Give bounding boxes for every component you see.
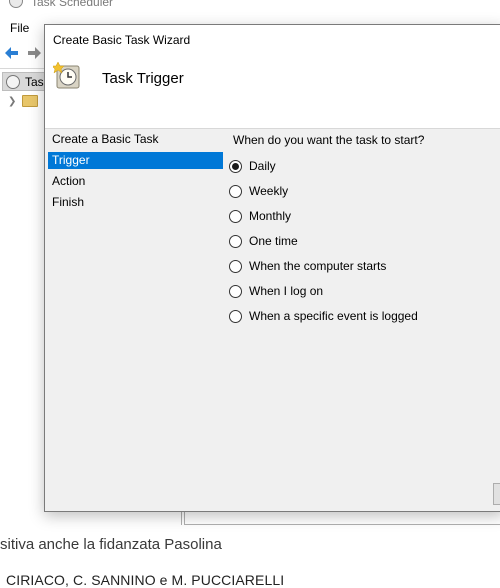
document-text-line: sitiva anche la fidanzata Pasolina <box>0 536 222 550</box>
option-computer-starts[interactable]: When the computer starts <box>229 258 499 276</box>
step-create-basic-task[interactable]: Create a Basic Task <box>48 131 223 148</box>
dialog-title: Create Basic Task Wizard <box>53 33 191 47</box>
option-one-time[interactable]: One time <box>229 233 499 251</box>
radio-button[interactable] <box>229 260 242 273</box>
option-label[interactable]: Monthly <box>249 209 291 223</box>
create-basic-task-wizard-dialog: Create Basic Task Wizard Task Trigger Cr… <box>44 24 500 512</box>
menu-file[interactable]: File <box>10 21 29 35</box>
folder-clock-icon <box>22 95 38 107</box>
option-label[interactable]: When I log on <box>249 284 323 298</box>
tree-item-task-scheduler[interactable]: Tas <box>2 72 46 91</box>
page-title: Task Trigger <box>102 70 184 87</box>
tree-item-library[interactable]: ❯ <box>6 94 46 110</box>
forward-arrow-icon[interactable] <box>26 45 42 61</box>
option-monthly[interactable]: Monthly <box>229 208 499 226</box>
option-label[interactable]: One time <box>249 234 298 248</box>
option-label[interactable]: Daily <box>249 159 276 173</box>
back-arrow-icon[interactable] <box>4 45 20 61</box>
step-trigger[interactable]: Trigger <box>48 152 223 169</box>
radio-button[interactable] <box>229 285 242 298</box>
option-label[interactable]: When a specific event is logged <box>249 309 418 323</box>
task-scheduler-title: Task Scheduler <box>31 0 114 9</box>
trigger-options-panel: When do you want the task to start? Dail… <box>225 129 500 513</box>
tree-item-label: Tas <box>25 75 44 89</box>
radio-button[interactable] <box>229 160 242 173</box>
step-action[interactable]: Action <box>48 173 223 190</box>
task-scheduler-icon <box>6 75 20 89</box>
radio-button[interactable] <box>229 210 242 223</box>
chevron-right-icon[interactable]: ❯ <box>8 96 16 107</box>
option-daily[interactable]: Daily <box>229 158 499 176</box>
dialog-header: Task Trigger <box>45 56 500 129</box>
task-wizard-clock-icon <box>53 61 80 89</box>
task-scheduler-titlebar: Task Scheduler <box>0 0 500 12</box>
option-log-on[interactable]: When I log on <box>229 283 499 301</box>
document-text-line: CIRIACO, C. SANNINO e M. PUCCIARELLI <box>6 572 285 588</box>
option-event-logged[interactable]: When a specific event is logged <box>229 308 499 326</box>
console-tree: Tas ❯ <box>0 68 46 528</box>
option-weekly[interactable]: Weekly <box>229 183 499 201</box>
radio-button[interactable] <box>229 185 242 198</box>
dialog-titlebar[interactable]: Create Basic Task Wizard <box>45 25 500 56</box>
step-finish[interactable]: Finish <box>48 194 223 211</box>
trigger-question: When do you want the task to start? <box>233 133 425 147</box>
back-button[interactable] <box>493 483 500 505</box>
task-scheduler-icon <box>9 0 23 8</box>
radio-button[interactable] <box>229 235 242 248</box>
radio-button[interactable] <box>229 310 242 323</box>
toolbar <box>0 41 46 65</box>
option-label[interactable]: When the computer starts <box>249 259 386 273</box>
option-label[interactable]: Weekly <box>249 184 288 198</box>
